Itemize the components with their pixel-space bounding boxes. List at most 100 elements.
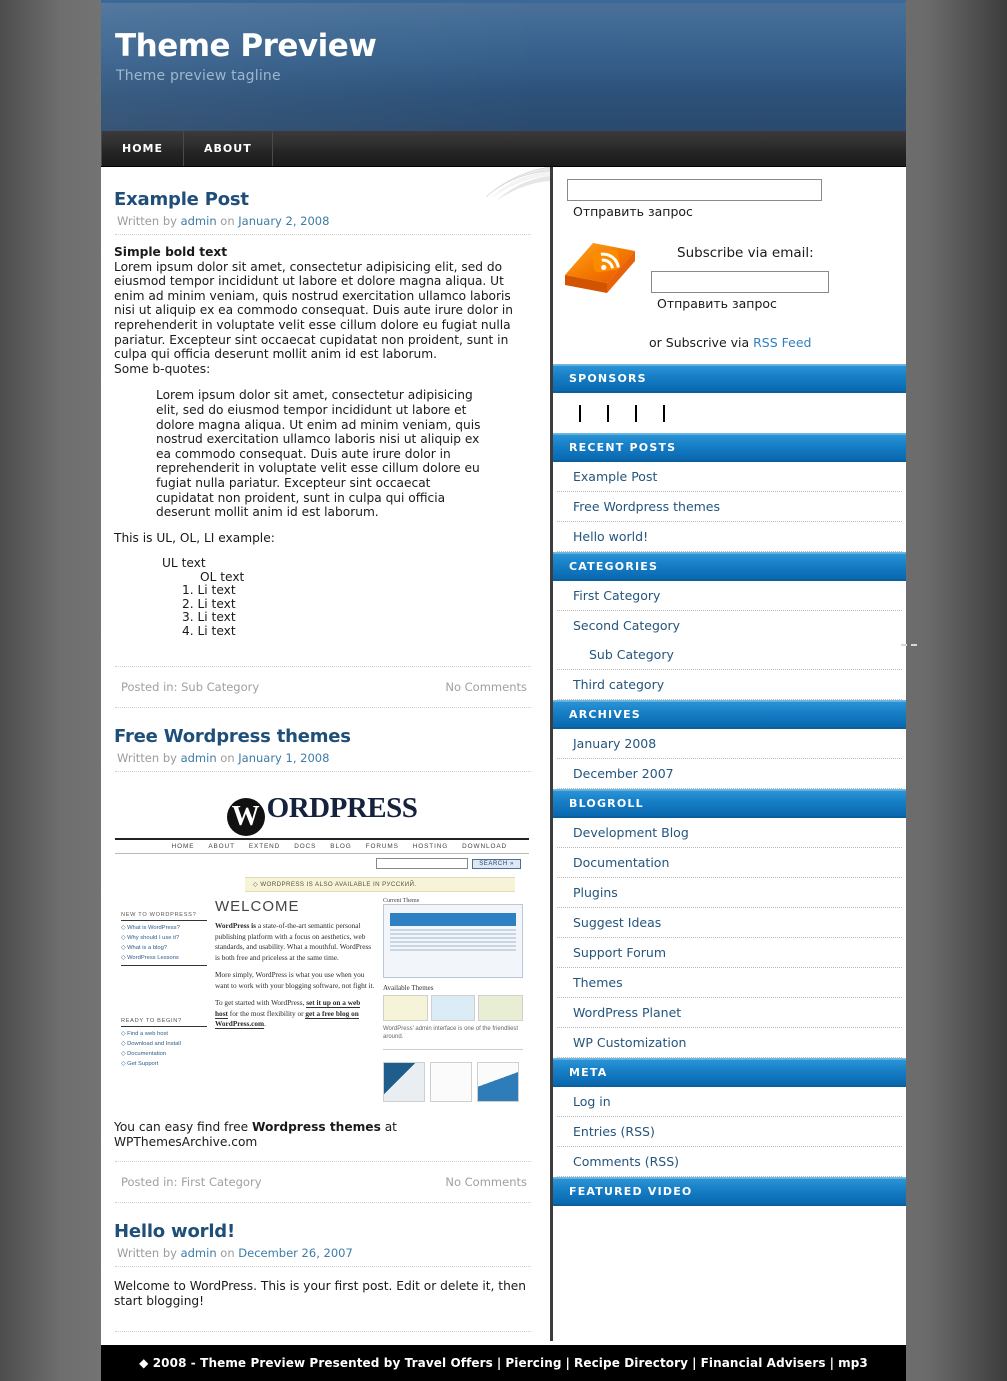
blogroll-link[interactable]: Support Forum [557,938,902,968]
blogroll-link[interactable]: Plugins [557,878,902,908]
wp-paragraph-2: More simply, WordPress is what you use w… [215,970,375,990]
blogroll-link[interactable]: Suggest Ideas [557,908,902,938]
meta-link-entries-rss[interactable]: Entries (RSS) [557,1117,902,1147]
blogroll-link[interactable]: Development Blog [557,818,902,848]
site-footer: ◆ 2008 - Theme Preview Presented by Trav… [101,1345,906,1381]
nav-item-home[interactable]: HOME [101,131,185,166]
wp-nav-item: ABOUT [208,843,235,851]
post-meta: Written by admin on January 1, 2008 [117,751,534,765]
rss-feed-line: or Subscrive via RSS Feed [649,335,900,350]
list-item: 4. Li text [182,623,236,638]
meta-link-comments-rss[interactable]: Comments (RSS) [557,1147,902,1177]
footer-link-mp3[interactable]: mp3 [838,1356,868,1370]
blogroll-link[interactable]: Themes [557,968,902,998]
wp-link: ◇ Why should I use it? [121,935,180,942]
post-title[interactable]: Free Wordpress themes [114,726,534,747]
wp-bottom-tiles [383,1062,523,1103]
wp-columns: NEW TO WORDPRESS? ◇ What is WordPress? ◇… [115,898,529,1110]
divider [115,771,531,773]
blogroll-link[interactable]: WP Customization [557,1028,902,1058]
posted-in-label[interactable]: Posted in: Sub Category [121,674,259,700]
category-link-second[interactable]: Second Category [557,611,902,640]
wp-right-column: Current Theme Available Themes WordPress… [383,898,524,1103]
meta-written-label: Written by [117,214,177,228]
comments-link[interactable]: No Comments [445,674,527,700]
meta-written-label: Written by [117,751,177,766]
recent-post-link[interactable]: Example Post [557,462,902,492]
post-paragraph: Lorem ipsum dolor sit amet, consectetur … [114,259,513,362]
recent-post-link[interactable]: Free Wordpress themes [557,492,902,522]
divider [115,1266,531,1268]
widget-title-recent-posts: RECENT POSTS [553,433,906,462]
footer-link-piercing[interactable]: Piercing [505,1356,561,1370]
wordpress-logo: W ORDPRESS [115,788,529,838]
widget-body-categories: First Category Second Category Sub Categ… [553,581,906,700]
meta-author-link[interactable]: admin [181,1246,217,1260]
widget-body-sponsors [553,393,906,433]
footer-link-recipe-directory[interactable]: Recipe Directory [574,1356,688,1370]
search-submit-button[interactable]: Отправить запрос [573,201,693,223]
wordpress-w-mark: W [226,798,265,837]
post-meta: Written by admin on December 26, 2007 [117,1246,534,1260]
category-link-third[interactable]: Third category [557,670,902,700]
widget-body-featured-video [553,1206,906,1341]
main-navigation: HOME ABOUT [101,131,906,167]
widget-title-featured-video: FEATURED VIDEO [553,1177,906,1206]
posted-in-label[interactable]: Posted in: First Category [121,1169,262,1195]
meta-author-link[interactable]: admin [181,214,217,228]
list-intro: This is UL, OL, LI example: [114,530,275,545]
archive-link[interactable]: January 2008 [557,729,902,759]
wp-paragraph-1: WordPress is a state-of-the-art semantic… [215,921,372,962]
category-link-first[interactable]: First Category [557,581,902,611]
recent-post-link[interactable]: Hello world! [557,522,902,552]
wp-link: ◇ Documentation [121,1051,167,1058]
widget-title-archives: ARCHIVES [553,700,906,729]
caption-pre: You can easy find free [114,1120,252,1135]
widget-body-blogroll: Development Blog Documentation Plugins S… [553,818,906,1058]
subscribe-email-input[interactable] [651,271,829,293]
broken-image-icon[interactable] [663,405,665,422]
subscribe-submit-button[interactable]: Отправить запрос [657,293,777,315]
widget-featured-video: FEATURED VIDEO [553,1177,906,1341]
rss-feed-link[interactable]: RSS Feed [753,335,811,350]
meta-on-label: on [220,214,235,228]
broken-image-icon[interactable] [607,405,609,422]
category-link-sub[interactable]: Sub Category [557,640,902,670]
post-title[interactable]: Example Post [114,189,534,210]
post-bold-line: Simple bold text [114,245,228,259]
rss-prefix-text: or Subscrive via [649,335,754,350]
wp-nav-item: FORUMS [365,843,399,851]
comments-link[interactable]: No Comments [445,1169,527,1195]
widget-title-meta: META [553,1058,906,1087]
footer-link-financial-advisers[interactable]: Financial Advisers [701,1356,826,1370]
wp-link: ◇ What is a blog? [121,945,168,952]
nav-item-about[interactable]: ABOUT [184,131,273,166]
list-item: 2. Li text [182,596,236,611]
search-input[interactable] [567,179,822,201]
site-title: Theme Preview [115,28,377,64]
meta-on-label: on [220,751,235,766]
widget-archives: ARCHIVES January 2008 December 2007 [553,700,906,789]
widget-title-categories: CATEGORIES [553,552,906,581]
wp-nav-item: DOWNLOAD [462,843,507,851]
broken-image-icon[interactable] [635,405,637,422]
meta-author-link[interactable]: admin [181,751,217,765]
footer-separator: | [565,1356,571,1370]
broken-image-icon[interactable] [579,405,581,422]
widget-title-sponsors: SPONSORS [553,364,906,393]
meta-link-login[interactable]: Log in [557,1087,902,1117]
widget-blogroll: BLOGROLL Development Blog Documentation … [553,789,906,1058]
post-hello-world: Hello world! Written by admin on Decembe… [112,1221,534,1341]
footer-separator: | [496,1356,502,1370]
blogroll-link[interactable]: WordPress Planet [557,998,902,1028]
site-tagline: Theme preview tagline [116,68,281,84]
archive-link[interactable]: December 2007 [557,759,902,789]
wordpress-nav: HOME ABOUT EXTEND DOCS BLOG FORUMS HOSTI… [115,838,529,855]
blogroll-link[interactable]: Documentation [557,848,902,878]
footer-copyright: 2008 - Theme Preview Presented by Travel… [152,1356,493,1370]
ol-item: OL text [200,569,245,584]
widget-body-recent-posts: Example Post Free Wordpress themes Hello… [553,462,906,552]
wp-theme-thumbnail [383,904,523,979]
widget-categories: CATEGORIES First Category Second Categor… [553,552,906,700]
post-title[interactable]: Hello world! [114,1221,534,1242]
